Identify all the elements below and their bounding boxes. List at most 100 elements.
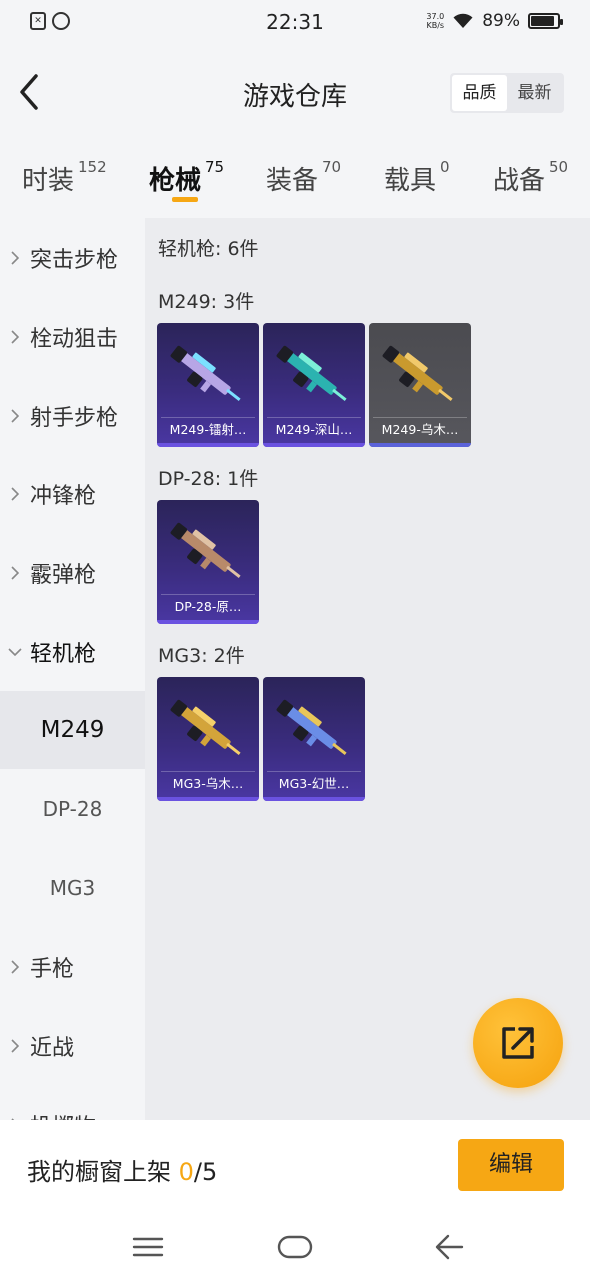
sidebar-item-throwable[interactable]: 投掷物 xyxy=(0,1086,145,1120)
chevron-right-icon xyxy=(0,330,30,344)
weapon-card-label: M249-深山… xyxy=(267,417,361,441)
home-icon xyxy=(277,1235,313,1259)
weapon-card[interactable]: MG3-乌木… xyxy=(157,677,259,801)
share-fab-button[interactable] xyxy=(473,998,563,1088)
sidebar-item-label: 投掷物 xyxy=(30,1109,96,1120)
sidebar-item-pistol[interactable]: 手枪 xyxy=(0,928,145,1006)
sidebar-item-marksman-rifle[interactable]: 射手步枪 xyxy=(0,377,145,455)
weapon-skin-image xyxy=(170,699,241,756)
weapon-card-label: M249-镭射… xyxy=(161,417,255,441)
status-right: 37.0 KB/s 89% xyxy=(426,11,563,31)
showcase-separator: / xyxy=(193,1158,203,1186)
sidebar-item-label: 手枪 xyxy=(30,957,75,982)
card-rarity-bar xyxy=(263,797,365,801)
showcase-current: 0 xyxy=(178,1158,194,1186)
weapon-card-label: MG3-幻世… xyxy=(267,771,361,795)
sort-quality-button[interactable]: 品质 xyxy=(452,75,507,111)
sidebar-item-label: 近战 xyxy=(30,1036,75,1061)
showcase-bar: 我的橱窗上架 0/5 编辑 xyxy=(0,1120,590,1214)
nav-home-button[interactable] xyxy=(275,1230,315,1264)
system-nav-bar xyxy=(0,1214,590,1280)
chevron-right-icon xyxy=(0,409,30,423)
share-external-icon xyxy=(502,1027,534,1059)
tab-count: 50 xyxy=(549,158,569,176)
weapon-skin-image xyxy=(276,345,347,402)
category-count-title: 轻机枪: 6件 xyxy=(158,238,259,260)
weapon-card[interactable]: M249-镭射… xyxy=(157,323,259,447)
tab-label: 枪械 xyxy=(149,166,202,196)
edit-button[interactable]: 编辑 xyxy=(458,1139,564,1191)
sidebar-item-label: 轻机枪 xyxy=(30,642,97,667)
network-speed-unit: KB/s xyxy=(426,21,445,30)
showcase-status: 我的橱窗上架 0/5 xyxy=(27,1152,217,1187)
weapon-card[interactable]: MG3-幻世… xyxy=(263,677,365,801)
sort-toggle: 品质 最新 xyxy=(450,73,564,113)
sidebar-item-melee[interactable]: 近战 xyxy=(0,1007,145,1085)
showcase-max: 5 xyxy=(202,1158,218,1186)
chevron-right-icon xyxy=(0,566,30,580)
sidebar-item-bolt-sniper[interactable]: 栓动狙击 xyxy=(0,298,145,376)
tab-count: 70 xyxy=(322,158,342,176)
tab-label: 载具 xyxy=(384,166,437,196)
sidebar-item-shotgun[interactable]: 霰弹枪 xyxy=(0,534,145,612)
battery-icon xyxy=(528,13,563,29)
sidebar-subitem-m249[interactable]: M249 xyxy=(0,691,145,769)
sort-latest-button[interactable]: 最新 xyxy=(507,75,562,111)
weapon-skin-image xyxy=(170,345,241,402)
sidebar-item-label: 冲锋枪 xyxy=(30,484,97,509)
sidebar-subitem-dp28[interactable]: DP-28 xyxy=(0,770,145,848)
chevron-right-icon xyxy=(0,1039,30,1053)
chevron-right-icon xyxy=(0,960,30,974)
tab-count: 75 xyxy=(205,158,225,176)
chevron-right-icon xyxy=(0,487,30,501)
showcase-label: 我的橱窗上架 xyxy=(27,1158,171,1186)
nav-menu-button[interactable] xyxy=(128,1230,168,1264)
weapon-skin-image xyxy=(170,522,241,579)
tab-supplies[interactable]: 战备 50 xyxy=(493,158,569,197)
active-tab-indicator xyxy=(172,197,198,202)
tab-label: 战备 xyxy=(493,166,546,196)
weapon-card-label: MG3-乌木… xyxy=(161,771,255,795)
weapon-card-label: M249-乌木… xyxy=(373,417,467,441)
tab-firearms[interactable]: 枪械 75 xyxy=(149,158,225,197)
sidebar-item-label: 栓动狙击 xyxy=(30,327,119,352)
battery-percent: 89% xyxy=(482,11,520,31)
weapon-card[interactable]: M249-深山… xyxy=(263,323,365,447)
weapon-type-sidebar: 突击步枪 栓动狙击 射手步枪 冲锋枪 霰弹枪 轻机枪 M249 DP-28 MG… xyxy=(0,218,145,1120)
wifi-icon xyxy=(453,13,473,28)
sidebar-item-lmg[interactable]: 轻机枪 xyxy=(0,613,145,691)
tab-fashion[interactable]: 时装 152 xyxy=(22,158,107,197)
network-speed-value: 37.0 xyxy=(426,12,445,21)
card-rarity-bar xyxy=(157,443,259,447)
status-bar: ✕ 22:31 37.0 KB/s 89% xyxy=(0,0,590,46)
header: 游戏仓库 品质 最新 xyxy=(0,46,590,142)
tab-label: 时装 xyxy=(22,166,75,196)
nav-back-button[interactable] xyxy=(430,1230,470,1264)
weapon-skin-image xyxy=(382,345,453,402)
tab-equipment[interactable]: 装备 70 xyxy=(266,158,342,197)
weapon-skin-image xyxy=(276,699,347,756)
sidebar-subitem-mg3[interactable]: MG3 xyxy=(0,849,145,927)
network-speed: 37.0 KB/s xyxy=(426,12,444,30)
sidebar-item-smg[interactable]: 冲锋枪 xyxy=(0,455,145,533)
group-title-mg3: MG3: 2件 xyxy=(158,645,245,667)
weapon-content: 轻机枪: 6件 M249: 3件 M249-镭射… M249-深山… M249-… xyxy=(145,218,590,1120)
group-title-m249: M249: 3件 xyxy=(158,291,255,313)
tab-label: 装备 xyxy=(266,166,319,196)
menu-icon xyxy=(132,1237,164,1257)
tab-vehicles[interactable]: 载具 0 xyxy=(384,158,450,197)
sidebar-item-label: 射手步枪 xyxy=(30,406,119,431)
back-arrow-icon xyxy=(435,1234,464,1260)
card-rarity-bar xyxy=(157,620,259,624)
tab-count: 152 xyxy=(78,158,107,176)
category-tabs: 时装 152 枪械 75 装备 70 载具 0 战备 50 xyxy=(0,142,590,218)
chevron-down-icon xyxy=(0,648,30,656)
tab-count: 0 xyxy=(440,158,450,176)
weapon-card-label: DP-28-原… xyxy=(161,594,255,618)
group-title-dp28: DP-28: 1件 xyxy=(158,468,259,490)
sidebar-item-assault-rifle[interactable]: 突击步枪 xyxy=(0,219,145,297)
card-rarity-bar xyxy=(263,443,365,447)
card-rarity-bar xyxy=(369,443,471,447)
weapon-card[interactable]: DP-28-原… xyxy=(157,500,259,624)
weapon-card[interactable]: M249-乌木… xyxy=(369,323,471,447)
